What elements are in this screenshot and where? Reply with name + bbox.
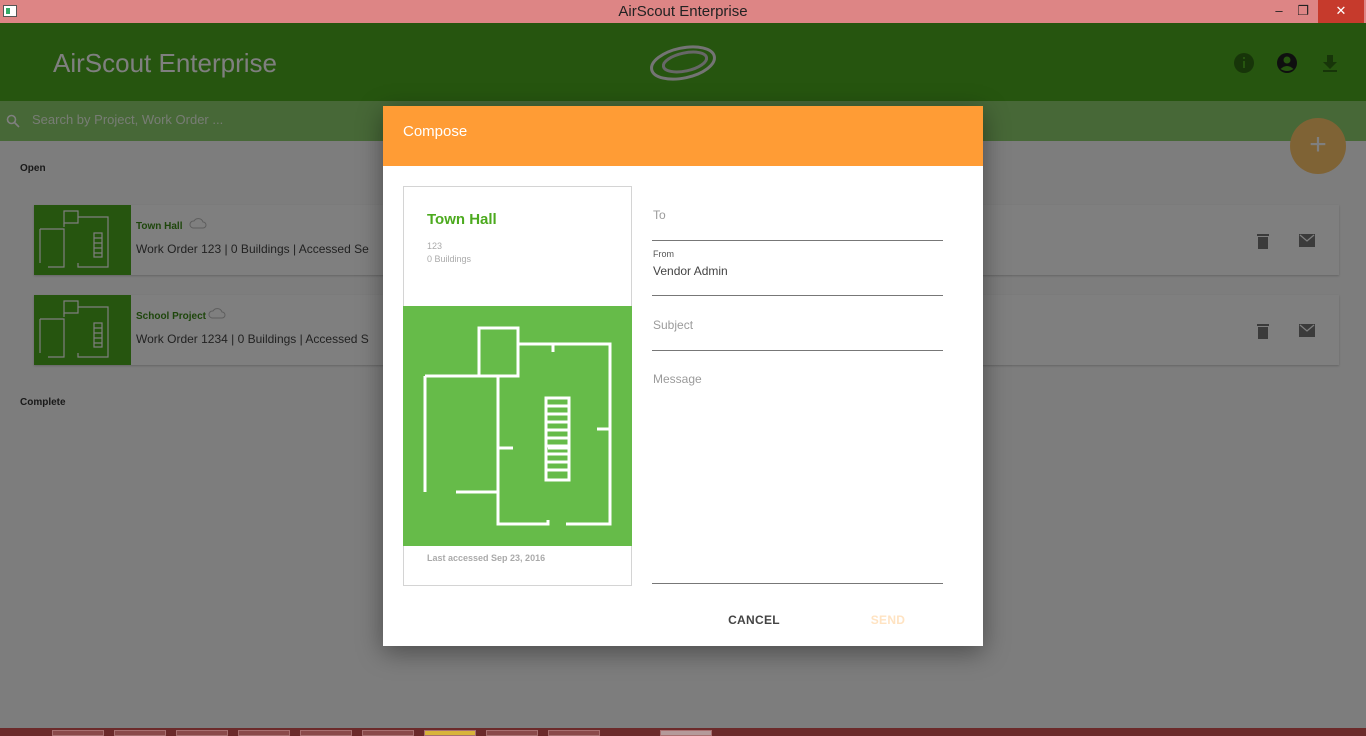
taskbar-app-button[interactable] [362,730,414,736]
taskbar-app-button[interactable] [238,730,290,736]
taskbar-app-button[interactable] [548,730,600,736]
message-field [652,367,943,584]
from-value: Vendor Admin [653,264,728,278]
to-input[interactable] [653,208,938,222]
card-project-title: Town Hall [427,211,497,228]
taskbar-app-button[interactable] [114,730,166,736]
message-input[interactable] [653,372,938,562]
close-window-button[interactable]: ✕ [1318,0,1364,23]
taskbar-app-button[interactable] [300,730,352,736]
compose-dialog: Compose Town Hall 123 0 Buildings Last a… [383,106,983,646]
cancel-button[interactable]: CANCEL [714,606,794,634]
taskbar-app-button[interactable] [52,730,104,736]
window-title: AirScout Enterprise [618,3,748,20]
card-last-accessed: Last accessed Sep 23, 2016 [427,553,546,563]
taskbar-app-button[interactable] [176,730,228,736]
window-titlebar: AirScout Enterprise ‒ ❐ ✕ [0,0,1366,23]
dialog-title: Compose [403,123,468,140]
subject-field [652,312,943,351]
taskbar-app-button[interactable] [424,730,476,736]
send-button[interactable]: SEND [848,606,928,634]
card-work-order: 123 [427,241,443,251]
minimize-button[interactable]: ‒ [1266,0,1292,23]
card-buildings: 0 Buildings [427,254,472,264]
project-card: Town Hall 123 0 Buildings Last accessed … [403,186,632,586]
restore-button[interactable]: ❐ [1290,0,1316,23]
subject-input[interactable] [653,318,938,332]
dialog-header: Compose [383,106,983,166]
floorplan-image [403,306,632,546]
from-label: From [653,249,674,259]
from-field: From Vendor Admin [652,248,943,296]
taskbar-app-button[interactable] [660,730,712,736]
taskbar-app-button[interactable] [486,730,538,736]
to-field [652,202,943,241]
